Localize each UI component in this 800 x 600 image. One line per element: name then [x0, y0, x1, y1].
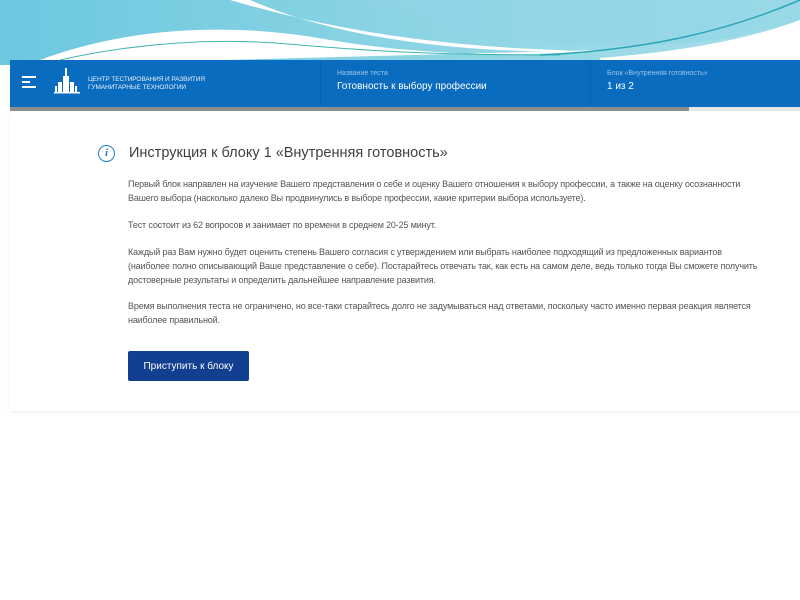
text-line: Вашего выбора (насколько далеко Вы продв… — [128, 193, 586, 203]
text-line: Каждый раз Вам нужно будет оценить степе… — [128, 247, 722, 257]
paragraph-2: Тест состоит из 62 вопросов и занимает п… — [128, 218, 800, 232]
logo-icon — [54, 68, 80, 94]
menu-icon[interactable] — [22, 76, 36, 90]
paragraph-1: Первый блок направлен на изучение Вашего… — [128, 177, 800, 205]
decorative-wave-background — [0, 0, 800, 65]
org-name-line1: ЦЕНТР ТЕСТИРОВАНИЯ И РАЗВИТИЯ — [88, 76, 205, 83]
block-section: Блок «Внутренняя готовность» 1 из 2 — [590, 60, 800, 107]
text-line: Время выполнения теста не ограничено, но… — [128, 301, 751, 311]
block-label: Блок «Внутренняя готовность» — [607, 70, 708, 77]
text-line: (наиболее полно описывающий Ваше предста… — [128, 261, 758, 271]
block-counter: 1 из 2 — [607, 81, 634, 92]
test-name-label: Название теста — [337, 70, 388, 77]
test-name-value: Готовность к выбору профессии — [337, 81, 487, 92]
text-line: наиболее правильной. — [128, 315, 220, 325]
test-name-section: Название теста Готовность к выбору профе… — [320, 60, 590, 107]
paragraph-4: Время выполнения теста не ограничено, но… — [128, 299, 800, 327]
top-navigation-bar: ЦЕНТР ТЕСТИРОВАНИЯ И РАЗВИТИЯ ГУМАНИТАРН… — [10, 60, 800, 107]
start-block-button[interactable]: Приступить к блоку — [128, 351, 249, 381]
text-line: Первый блок направлен на изучение Вашего… — [128, 179, 741, 189]
text-line: Тест состоит из 62 вопросов и занимает п… — [128, 220, 437, 230]
info-icon: i — [98, 145, 115, 162]
organization-name: ЦЕНТР ТЕСТИРОВАНИЯ И РАЗВИТИЯ ГУМАНИТАРН… — [88, 76, 205, 92]
text-line: достоверные результаты и определить даль… — [128, 275, 436, 285]
instruction-title: Инструкция к блоку 1 «Внутренняя готовно… — [129, 145, 448, 161]
org-name-line2: ГУМАНИТАРНЫЕ ТЕХНОЛОГИИ — [88, 84, 186, 91]
paragraph-3: Каждый раз Вам нужно будет оценить степе… — [128, 245, 800, 287]
